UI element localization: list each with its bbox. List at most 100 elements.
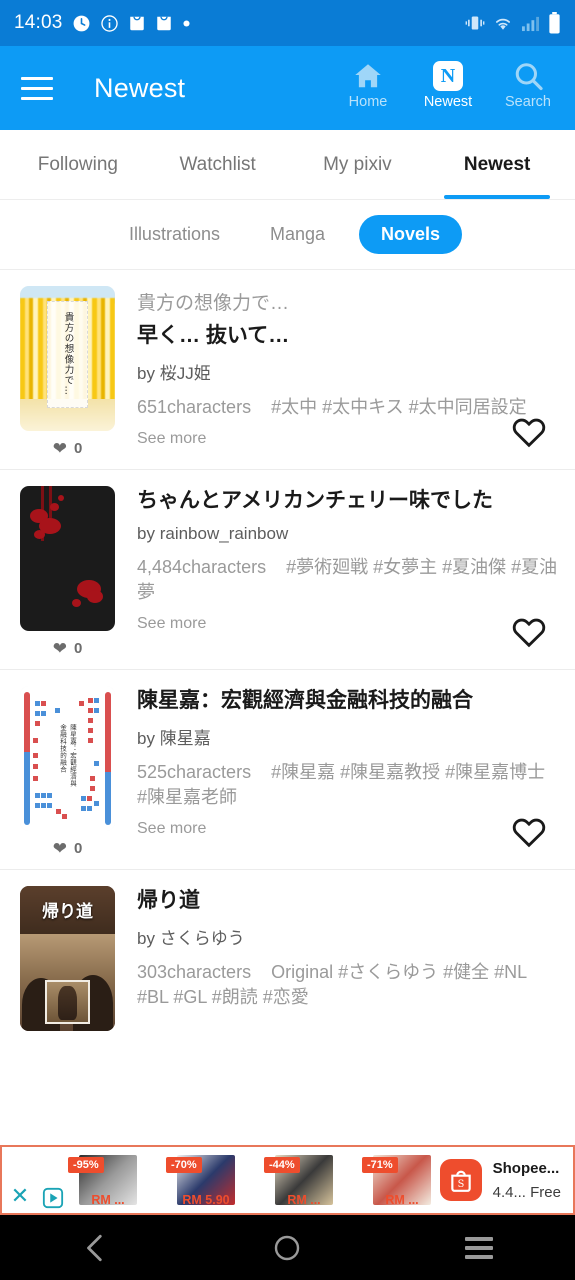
novel-tags[interactable]: 525characters #陳星嘉 #陳星嘉教授 #陳星嘉博士 #陳星嘉老師 [137, 760, 559, 810]
like-count: 0 [73, 840, 83, 857]
back-button[interactable] [51, 1215, 141, 1280]
ad-price: RM 5.90 [182, 1193, 230, 1207]
heart-outline-icon [512, 618, 546, 647]
filter-chips: Illustrations Manga Novels [0, 200, 575, 270]
app-bar-action-label: Newest [423, 93, 473, 110]
chip-novels[interactable]: Novels [359, 215, 463, 254]
heart-filled-icon: ❤ [52, 639, 67, 658]
author-name: rainbow_rainbow [159, 524, 289, 544]
novel-thumbnail[interactable] [20, 486, 115, 631]
tag-list: #太中 #太中キス #太中同居設定 [271, 397, 527, 418]
novel-author[interactable]: by 桜JJ姫 [137, 359, 559, 384]
novel-title[interactable]: 帰り道 [137, 888, 559, 914]
author-name: 陳星嘉 [159, 729, 211, 749]
favorite-button[interactable] [507, 809, 551, 853]
list-item[interactable]: 陳星嘉：宏觀經濟與金融科技的融合 ❤ 0 陳星嘉：宏觀經濟與金融科技的融合 by… [0, 670, 575, 870]
novel-thumbnail[interactable]: 陳星嘉：宏觀經濟與金融科技的融合 [20, 686, 115, 831]
app-bar: Newest Home N Newest Search [0, 46, 575, 130]
novel-thumbnail[interactable]: 貴方の想像力で… [20, 286, 115, 431]
author-name: 桜JJ姫 [159, 364, 211, 384]
thumbnail-column: ❤ 0 [20, 486, 115, 657]
tab-newest[interactable]: Newest [427, 130, 567, 199]
favorite-button[interactable] [507, 409, 551, 453]
ad-product[interactable]: -70% RM 5.90 [166, 1155, 242, 1207]
shopping-bag-icon [128, 14, 146, 33]
favorite-button[interactable] [507, 609, 551, 653]
like-count-display: ❤ 0 [53, 840, 83, 857]
novel-tags[interactable]: 303characters Original #さくらゆう #健全 #NL #B… [137, 960, 559, 1010]
heart-filled-icon: ❤ [52, 439, 67, 458]
status-bar: 14:03 [0, 0, 575, 46]
novel-title[interactable]: 陳星嘉：宏觀經濟與金融科技的融合 [137, 688, 559, 714]
see-more-link[interactable]: See more [137, 615, 206, 633]
ad-app-info[interactable]: S Shopee... 4.4... Free [439, 1159, 573, 1201]
ad-discount-badge: -44% [264, 1157, 300, 1173]
novel-title[interactable]: ちゃんとアメリカンチェリー味でした [137, 488, 559, 514]
app-bar-action-search[interactable]: Search [497, 61, 559, 110]
novel-title[interactable]: 早く… 抜いて… [137, 323, 559, 349]
author-prefix: by [137, 364, 155, 384]
app-bar-actions: Home N Newest Search [337, 60, 559, 116]
character-count: 651characters [137, 397, 252, 418]
like-count: 0 [73, 440, 83, 457]
novel-tags[interactable]: 651characters #太中 #太中キス #太中同居設定 [137, 395, 559, 420]
ad-banner[interactable]: ✕ -95% RM ... -70% RM 5.90 -44% RM ... -… [0, 1145, 575, 1215]
menu-lines-icon [465, 1236, 494, 1259]
home-button[interactable] [242, 1215, 332, 1280]
thumbnail-column: 陳星嘉：宏觀經濟與金融科技的融合 ❤ 0 [20, 686, 115, 857]
list-item[interactable]: 貴方の想像力で… ❤ 0 貴方の想像力で… 早く… 抜いて… by 桜JJ姫 6… [0, 270, 575, 470]
app-bar-action-home[interactable]: Home [337, 61, 399, 110]
ad-product[interactable]: -44% RM ... [264, 1155, 340, 1207]
close-x-icon[interactable]: ✕ [2, 1147, 38, 1213]
novel-author[interactable]: by 陳星嘉 [137, 724, 559, 749]
character-count: 4,484characters [137, 557, 267, 578]
novel-meta: 陳星嘉：宏觀經濟與金融科技的融合 by 陳星嘉 525characters #陳… [115, 686, 559, 857]
ad-product[interactable]: -95% RM ... [68, 1155, 144, 1207]
timer-icon [72, 14, 91, 33]
ad-price: RM ... [287, 1193, 321, 1207]
ad-app-text: Shopee... 4.4... Free [493, 1160, 561, 1201]
chip-illustrations[interactable]: Illustrations [113, 215, 236, 254]
dot-icon [182, 19, 191, 28]
see-more-link[interactable]: See more [137, 430, 206, 448]
chevron-left-icon [86, 1234, 102, 1261]
main-tabs: Following Watchlist My pixiv Newest [0, 130, 575, 200]
see-more-link[interactable]: See more [137, 820, 206, 838]
adchoices-icon[interactable] [38, 1147, 68, 1213]
thumbnail-caption: 貴方の想像力で… [62, 312, 74, 397]
info-icon [100, 14, 119, 33]
character-count: 303characters [137, 962, 252, 983]
author-prefix: by [137, 929, 155, 949]
dots-cover-art: 陳星嘉：宏觀經濟與金融科技的融合 [20, 686, 115, 831]
ad-product[interactable]: -71% RM ... [362, 1155, 438, 1207]
tab-watchlist[interactable]: Watchlist [148, 130, 288, 199]
hamburger-icon[interactable] [16, 67, 58, 109]
tab-following[interactable]: Following [8, 130, 148, 199]
search-icon [513, 61, 544, 91]
app-bar-action-label: Search [505, 93, 551, 110]
like-count-display: ❤ 0 [53, 440, 83, 457]
recents-button[interactable] [434, 1215, 524, 1280]
novel-author[interactable]: by さくらゆう [137, 924, 559, 949]
app-bar-action-newest[interactable]: N Newest [417, 60, 479, 110]
list-item[interactable]: 帰り道 帰り道 by さくらゆう 303characters Original … [0, 870, 575, 1043]
tab-my-pixiv[interactable]: My pixiv [288, 130, 428, 199]
novel-thumbnail[interactable]: 帰り道 [20, 886, 115, 1031]
svg-text:S: S [457, 1179, 464, 1190]
blood-splatter-art [20, 486, 115, 631]
author-name: さくらゆう [159, 929, 245, 949]
list-item[interactable]: ❤ 0 ちゃんとアメリカンチェリー味でした by rainbow_rainbow… [0, 470, 575, 670]
novel-author[interactable]: by rainbow_rainbow [137, 524, 559, 544]
novel-meta: 帰り道 by さくらゆう 303characters Original #さくら… [115, 886, 559, 1031]
android-nav-bar [0, 1215, 575, 1280]
chip-manga[interactable]: Manga [254, 215, 341, 254]
novel-tags[interactable]: 4,484characters #夢術廻戦 #女夢主 #夏油傑 #夏油夢 [137, 555, 559, 605]
thumbnail-column: 貴方の想像力で… ❤ 0 [20, 286, 115, 457]
character-count: 525characters [137, 762, 252, 783]
ginkgo-avenue-art: 貴方の想像力で… [20, 286, 115, 431]
newest-n-icon: N [433, 60, 463, 91]
novel-series[interactable]: 貴方の想像力で… [137, 288, 559, 315]
author-prefix: by [137, 729, 155, 749]
road-photo-art: 帰り道 [20, 886, 115, 1031]
ad-discount-badge: -71% [362, 1157, 398, 1173]
